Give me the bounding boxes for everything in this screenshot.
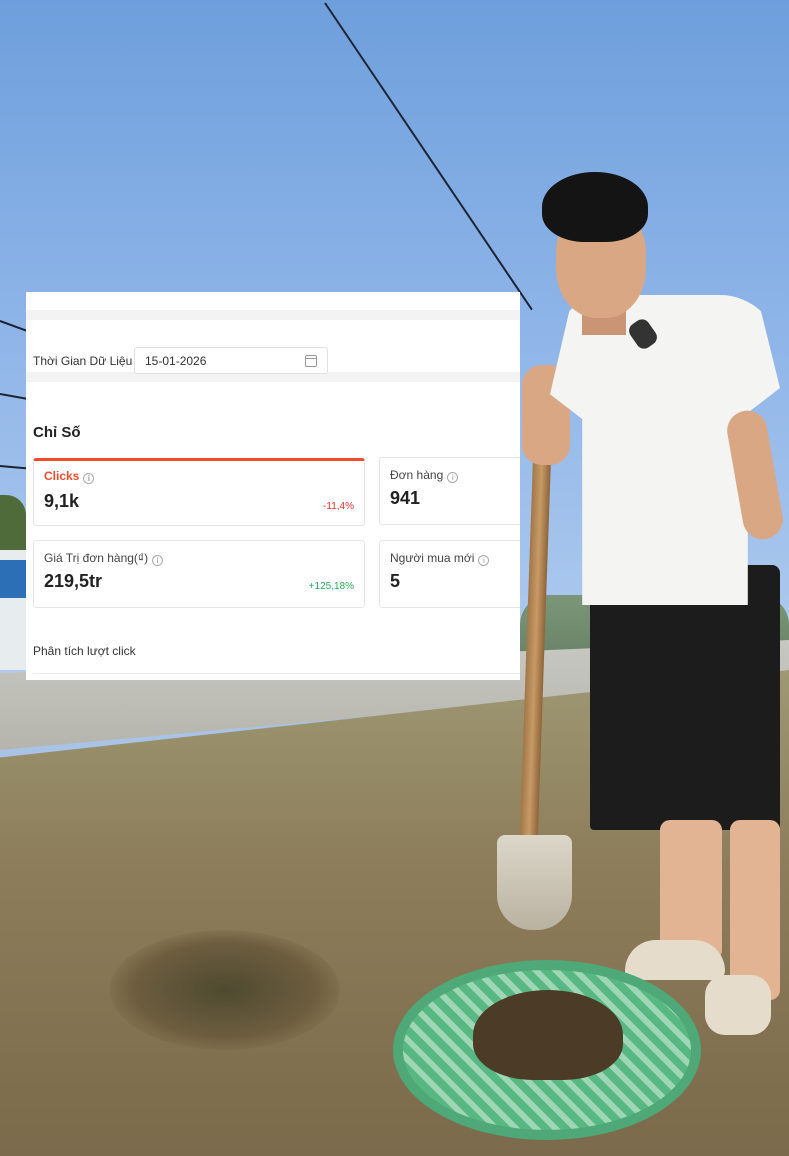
info-icon[interactable]: i	[83, 473, 95, 484]
click-analysis-chart	[33, 673, 520, 680]
metric-value: 219,5tr	[44, 571, 103, 591]
metric-value: 9,1k	[44, 491, 80, 511]
metric-card-order-value[interactable]: Giá Trị đơn hàng(₫) i 219,5tr +125,18%	[33, 540, 365, 608]
metric-card-clicks[interactable]: Clicks i 9,1k -11,4%	[33, 458, 365, 526]
date-value: 15-01-2026	[145, 354, 207, 368]
metrics-section-title: Chỉ Số	[33, 424, 81, 441]
person-leg	[660, 820, 722, 960]
metric-card-orders[interactable]: Đơn hàng i 941	[379, 457, 520, 525]
metric-value: 941	[390, 488, 421, 508]
person-hair	[542, 172, 648, 242]
metric-label: Clicks i	[44, 469, 95, 484]
sandal	[625, 940, 725, 980]
woven-basket	[393, 960, 701, 1140]
click-analysis-title: Phân tích lượt click	[33, 644, 136, 658]
building-sign	[0, 560, 26, 598]
person	[520, 170, 789, 1050]
info-icon[interactable]: i	[447, 472, 459, 483]
dashboard-panel: Thời Gian Dữ Liệu 15-01-2026 Chỉ Số Clic…	[26, 292, 520, 680]
sandal	[705, 975, 771, 1035]
building	[0, 550, 26, 670]
metric-delta: -11,4%	[323, 501, 354, 512]
info-icon[interactable]: i	[478, 555, 490, 566]
basket-soil	[473, 990, 623, 1080]
metric-card-new-buyers[interactable]: Người mua mới i 5	[379, 540, 520, 608]
dug-hole	[110, 930, 340, 1050]
metric-label: Đơn hàng i	[390, 468, 459, 483]
date-picker[interactable]: 15-01-2026	[134, 347, 328, 374]
person-leg	[730, 820, 780, 1000]
date-filter-label: Thời Gian Dữ Liệu	[33, 354, 133, 368]
metric-label: Giá Trị đơn hàng(₫) i	[44, 551, 164, 566]
date-filter-row: Thời Gian Dữ Liệu 15-01-2026	[26, 330, 520, 382]
metric-delta: +125,18%	[308, 581, 354, 592]
tree	[0, 495, 26, 555]
calendar-icon[interactable]	[305, 355, 317, 367]
panel-topbar	[26, 292, 520, 320]
metric-value: 5	[390, 571, 401, 591]
info-icon[interactable]: i	[152, 555, 164, 566]
metric-label: Người mua mới i	[390, 551, 490, 566]
